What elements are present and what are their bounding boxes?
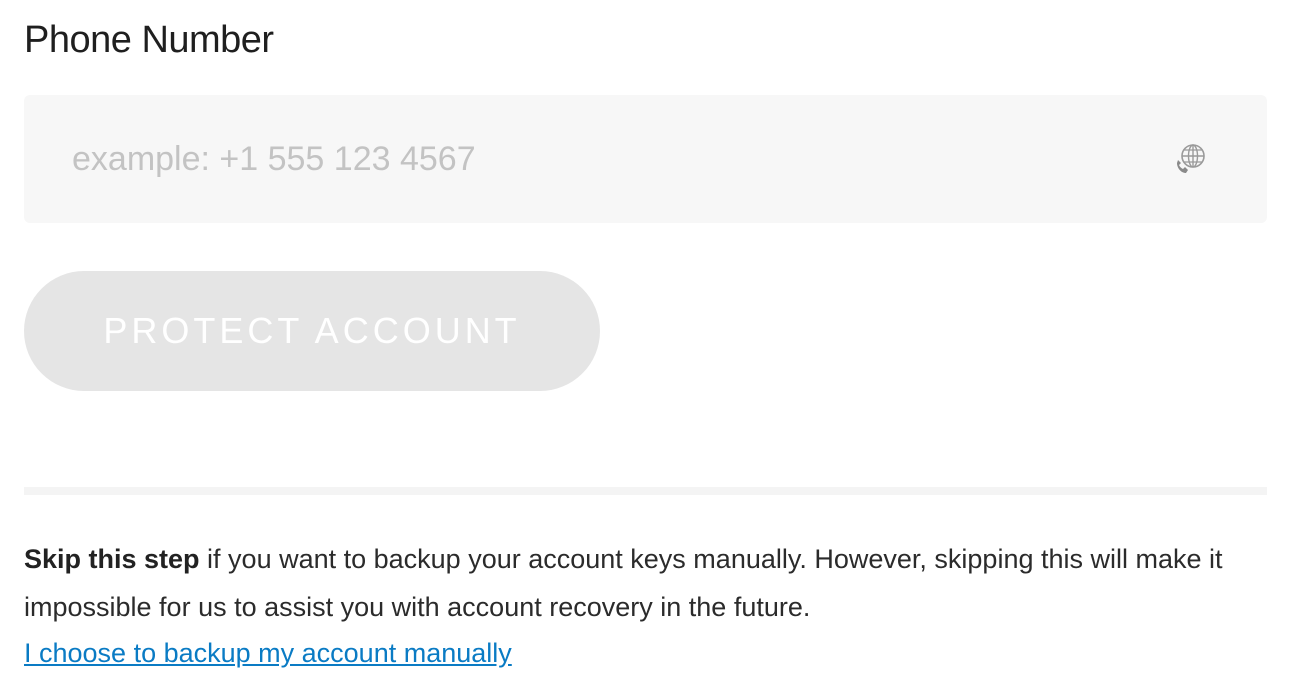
- protect-account-button[interactable]: PROTECT ACCOUNT: [24, 271, 600, 391]
- phone-field-container: [24, 95, 1267, 223]
- phone-number-label: Phone Number: [24, 19, 274, 61]
- globe-phone-icon[interactable]: [1174, 142, 1208, 176]
- skip-notice: Skip this step if you want to backup you…: [24, 535, 1267, 631]
- backup-manually-link[interactable]: I choose to backup my account manually: [24, 631, 512, 675]
- section-divider: [24, 487, 1267, 495]
- phone-number-input[interactable]: [24, 95, 1124, 223]
- phone-recovery-page: Phone Number PROTECT ACCOUNT Skip this s…: [0, 0, 1292, 678]
- skip-notice-body: if you want to backup your account keys …: [24, 544, 1223, 622]
- skip-notice-bold: Skip this step: [24, 544, 200, 574]
